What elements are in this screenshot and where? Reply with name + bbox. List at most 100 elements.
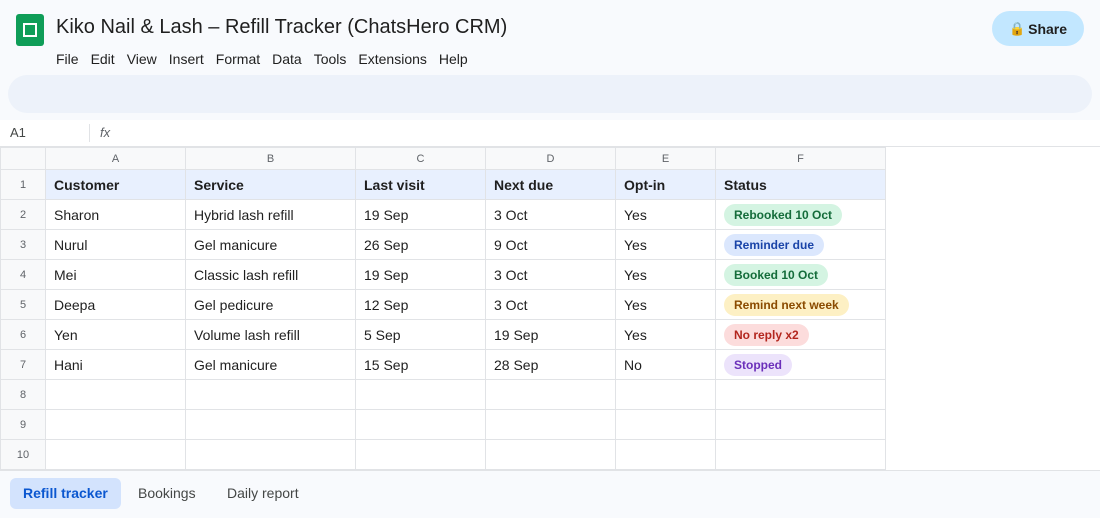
cell-status[interactable]: No reply x2 [715,319,886,350]
sheets-logo-icon[interactable] [16,14,44,46]
empty-cell[interactable] [355,379,486,410]
row-number[interactable]: 10 [0,439,46,470]
cell-opt-in[interactable]: Yes [615,319,716,350]
empty-cell[interactable] [715,409,886,440]
table-row: 3 Nurul Gel manicure 26 Sep 9 Oct Yes Re… [0,229,886,260]
cell-next-due[interactable]: 19 Sep [485,319,616,350]
tab-daily-report[interactable]: Daily report [214,478,312,509]
cell-status[interactable]: Stopped [715,349,886,380]
header-cell-status[interactable]: Status [715,169,886,200]
cell-next-due[interactable]: 3 Oct [485,259,616,290]
cell-customer[interactable]: Mei [45,259,186,290]
cell-status[interactable]: Remind next week [715,289,886,320]
empty-cell[interactable] [355,439,486,470]
cell-last-visit[interactable]: 19 Sep [355,199,486,230]
row-number[interactable]: 8 [0,379,46,410]
empty-cell[interactable] [45,439,186,470]
fx-icon: fx [100,125,111,140]
empty-cell[interactable] [355,409,486,440]
column-header-a[interactable]: A [45,147,186,170]
formula-divider [89,124,90,142]
empty-cell[interactable] [715,379,886,410]
cell-last-visit[interactable]: 26 Sep [355,229,486,260]
empty-cell[interactable] [485,409,616,440]
empty-cell[interactable] [45,379,186,410]
row-number[interactable]: 7 [0,349,46,380]
tab-bookings[interactable]: Bookings [125,478,209,509]
cell-status[interactable]: Rebooked 10 Oct [715,199,886,230]
cell-next-due[interactable]: 3 Oct [485,289,616,320]
empty-cell[interactable] [45,409,186,440]
empty-cell[interactable] [485,379,616,410]
cell-service[interactable]: Volume lash refill [185,319,356,350]
cell-status[interactable]: Reminder due [715,229,886,260]
empty-cell[interactable] [185,409,356,440]
menu-format[interactable]: Format [210,51,266,71]
menu-tools[interactable]: Tools [308,51,353,71]
cell-opt-in[interactable]: Yes [615,229,716,260]
header-cell-service[interactable]: Service [185,169,356,200]
share-button[interactable]: 🔒 Share [992,11,1084,46]
app-header: Kiko Nail & Lash – Refill Tracker (Chats… [0,0,1100,75]
header-cell-customer[interactable]: Customer [45,169,186,200]
cell-customer[interactable]: Yen [45,319,186,350]
cell-next-due[interactable]: 28 Sep [485,349,616,380]
select-all-corner[interactable] [0,147,46,170]
empty-cell[interactable] [615,409,716,440]
cell-last-visit[interactable]: 19 Sep [355,259,486,290]
tab-refill-tracker[interactable]: Refill tracker [10,478,121,509]
row-number[interactable]: 1 [0,169,46,200]
cell-last-visit[interactable]: 5 Sep [355,319,486,350]
cell-opt-in[interactable]: Yes [615,199,716,230]
menu-insert[interactable]: Insert [163,51,210,71]
cell-customer[interactable]: Deepa [45,289,186,320]
cell-service[interactable]: Gel manicure [185,229,356,260]
cell-next-due[interactable]: 3 Oct [485,199,616,230]
cell-status[interactable]: Booked 10 Oct [715,259,886,290]
row-number[interactable]: 5 [0,289,46,320]
row-number[interactable]: 4 [0,259,46,290]
cell-service[interactable]: Classic lash refill [185,259,356,290]
empty-cell[interactable] [185,379,356,410]
row-number[interactable]: 9 [0,409,46,440]
cell-service[interactable]: Hybrid lash refill [185,199,356,230]
menu-extensions[interactable]: Extensions [352,51,432,71]
menu-edit[interactable]: Edit [85,51,121,71]
empty-cell[interactable] [615,439,716,470]
empty-cell[interactable] [185,439,356,470]
menu-help[interactable]: Help [433,51,474,71]
cell-last-visit[interactable]: 15 Sep [355,349,486,380]
menu-data[interactable]: Data [266,51,308,71]
column-header-b[interactable]: B [185,147,356,170]
cell-service[interactable]: Gel manicure [185,349,356,380]
status-badge: Reminder due [724,233,825,256]
cell-opt-in[interactable]: No [615,349,716,380]
row-number[interactable]: 2 [0,199,46,230]
cell-service[interactable]: Gel pedicure [185,289,356,320]
cell-customer[interactable]: Hani [45,349,186,380]
menu-view[interactable]: View [121,51,163,71]
cell-customer[interactable]: Nurul [45,229,186,260]
header-cell-last-visit[interactable]: Last visit [355,169,486,200]
column-header-e[interactable]: E [615,147,716,170]
row-number[interactable]: 3 [0,229,46,260]
name-box[interactable]: A1 [10,125,26,140]
header-cell-opt-in[interactable]: Opt-in [615,169,716,200]
cell-customer[interactable]: Sharon [45,199,186,230]
row-number[interactable]: 6 [0,319,46,350]
cell-opt-in[interactable]: Yes [615,289,716,320]
header-cell-next-due[interactable]: Next due [485,169,616,200]
document-title[interactable]: Kiko Nail & Lash – Refill Tracker (Chats… [56,16,507,39]
column-header-d[interactable]: D [485,147,616,170]
table-row: 8 [0,379,886,410]
column-header-f[interactable]: F [715,147,886,170]
empty-cell[interactable] [485,439,616,470]
empty-cell[interactable] [615,379,716,410]
cell-opt-in[interactable]: Yes [615,259,716,290]
empty-cell[interactable] [715,439,886,470]
cell-last-visit[interactable]: 12 Sep [355,289,486,320]
cell-next-due[interactable]: 9 Oct [485,229,616,260]
status-badge: Rebooked 10 Oct [724,203,843,226]
column-header-c[interactable]: C [355,147,486,170]
menu-file[interactable]: File [50,51,85,71]
